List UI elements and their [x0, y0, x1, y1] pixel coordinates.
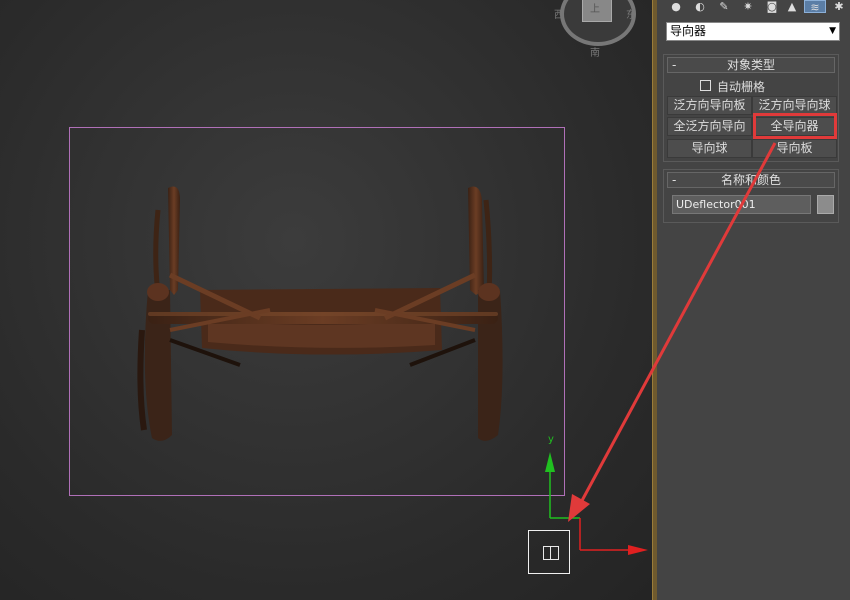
name-and-color-rollout: - 名称和颜色 UDeflector001	[663, 169, 839, 223]
viewcube-top-label: 上	[590, 4, 600, 15]
object-color-swatch[interactable]	[817, 195, 834, 214]
object-type-rollout-header[interactable]: - 对象类型	[667, 57, 835, 73]
category-dropdown[interactable]: 导向器 ▼	[666, 22, 840, 41]
object-type-rollout: - 对象类型 自动栅格 泛方向导向板 泛方向导向球 全泛方向导向 全导向器 导向…	[663, 54, 839, 162]
name-and-color-title: 名称和颜色	[720, 173, 781, 187]
highlight-box	[753, 113, 837, 139]
autogrid-checkbox[interactable]: 自动栅格	[700, 78, 765, 95]
checkbox-icon	[700, 80, 711, 91]
lights-icon[interactable]: ✷	[739, 0, 757, 13]
gizmo-y-label: y	[548, 434, 554, 445]
pomniflector-button[interactable]: 泛方向导向板	[667, 96, 752, 115]
collapse-icon: -	[672, 173, 677, 187]
helpers-icon[interactable]: ▲	[783, 0, 801, 13]
viewcube-west-label: 西	[554, 10, 564, 21]
command-panel: ● ◐ ✎ ✷ ◙ ▲ ≋ ✱ 导向器 ▼ - 对象类型 自动栅格 泛方向导向板…	[657, 0, 850, 600]
viewcube-east-label: 东	[626, 10, 636, 21]
viewcube-south-label: 南	[590, 48, 600, 59]
systems-icon[interactable]: ✱	[830, 0, 848, 13]
autogrid-label: 自动栅格	[717, 80, 766, 94]
chair-model[interactable]	[130, 180, 510, 450]
create-category-tabs: ● ◐ ✎ ✷ ◙ ▲ ≋ ✱	[667, 0, 847, 14]
name-and-color-rollout-header[interactable]: - 名称和颜色	[667, 172, 835, 188]
space-warps-icon[interactable]: ≋	[804, 0, 826, 14]
cameras-icon[interactable]: ◙	[763, 0, 781, 13]
viewcube[interactable]: 上 西 东 南	[554, 0, 636, 59]
object-type-title: 对象类型	[726, 58, 775, 72]
shapes-icon[interactable]: ✎	[715, 0, 733, 13]
uomniflector-button[interactable]: 全泛方向导向	[667, 117, 752, 136]
geometry-icon[interactable]: ◐	[691, 0, 709, 13]
perspective-viewport[interactable]: 上 西 东 南 y	[0, 0, 652, 600]
udeflector-gizmo-icon[interactable]	[528, 530, 570, 574]
sdeflector-button[interactable]: 导向球	[667, 139, 752, 158]
collapse-icon: -	[672, 58, 677, 72]
create-icon[interactable]: ●	[667, 0, 685, 13]
deflector-button[interactable]: 导向板	[752, 139, 837, 158]
object-name-input[interactable]: UDeflector001	[672, 195, 811, 214]
chevron-down-icon: ▼	[829, 26, 836, 36]
category-dropdown-value: 导向器	[670, 24, 707, 38]
